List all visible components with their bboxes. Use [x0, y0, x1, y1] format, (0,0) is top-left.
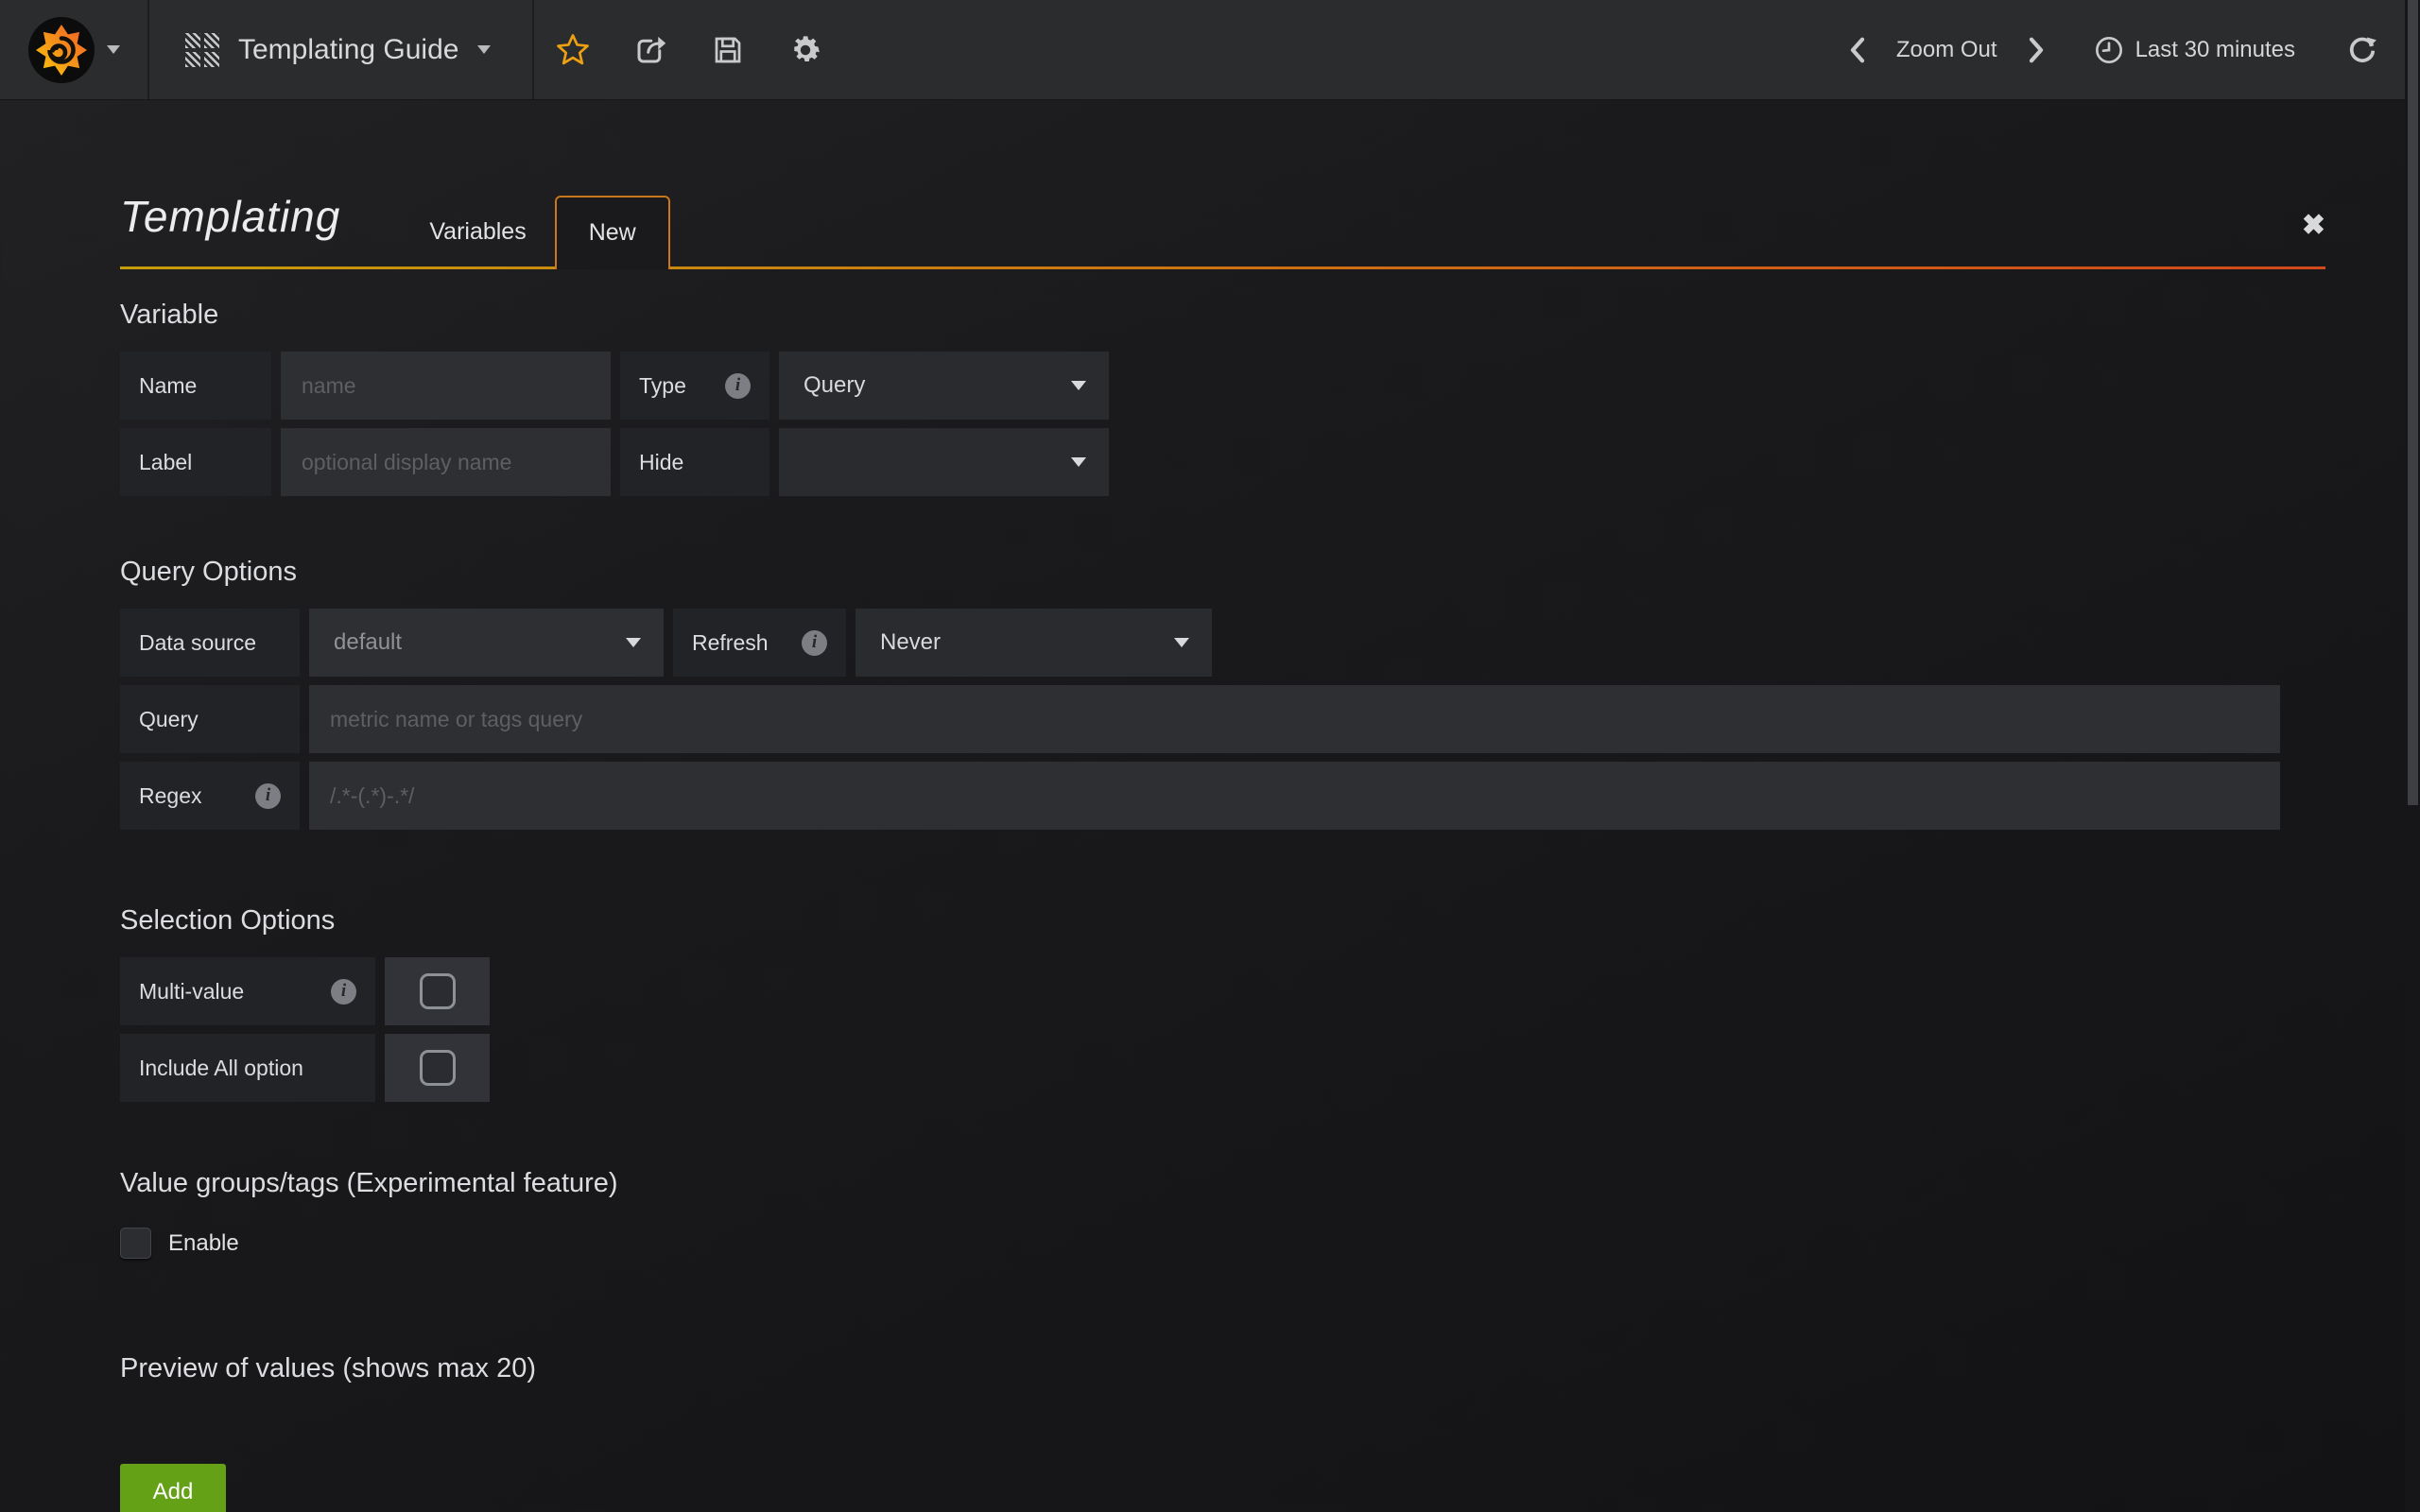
refresh-select-value: Never	[880, 629, 941, 656]
clock-icon	[2094, 35, 2124, 65]
checkbox-outline-icon	[420, 973, 456, 1009]
type-select-value: Query	[804, 372, 865, 399]
query-options-section: Query Options Data source default Refres…	[120, 557, 2325, 830]
grafana-logo-icon	[27, 16, 95, 84]
type-select[interactable]: Query	[779, 352, 1109, 420]
save-icon	[711, 33, 745, 67]
refresh-select-caret-icon	[1174, 638, 1189, 647]
share-icon	[633, 33, 667, 67]
settings-button[interactable]	[767, 0, 844, 100]
settings-gear-icon	[787, 32, 823, 68]
name-input[interactable]	[281, 352, 611, 420]
label-label: Label	[120, 428, 271, 496]
regex-label: Regex i	[120, 762, 300, 830]
include-all-checkbox[interactable]	[385, 1034, 490, 1102]
regex-info-icon[interactable]: i	[255, 783, 281, 809]
include-all-label: Include All option	[120, 1034, 375, 1102]
value-groups-heading: Value groups/tags (Experimental feature)	[120, 1168, 2325, 1199]
page-title: Templating	[120, 191, 340, 242]
type-info-icon[interactable]: i	[725, 373, 751, 399]
navbar-right: Zoom Out Last 30 minutes	[1845, 0, 2420, 99]
regex-label-text: Regex	[139, 783, 201, 809]
refresh-select[interactable]: Never	[856, 609, 1212, 677]
page-header: Templating Variables New ✖	[120, 100, 2325, 269]
multi-value-info-icon[interactable]: i	[331, 979, 356, 1005]
save-button[interactable]	[689, 0, 767, 100]
variable-section: Variable Name Type i Query Label Hide	[120, 300, 2325, 496]
type-label-text: Type	[639, 373, 686, 399]
refresh-info-icon[interactable]: i	[802, 630, 827, 656]
top-navbar: Templating Guide	[0, 0, 2420, 100]
name-label: Name	[120, 352, 271, 420]
enable-label: Enable	[168, 1230, 239, 1257]
selection-options-section: Selection Options Multi-value i Include …	[120, 905, 2325, 1102]
refresh-button[interactable]	[2346, 34, 2378, 66]
hide-select[interactable]	[779, 428, 1109, 496]
hide-label: Hide	[620, 428, 769, 496]
regex-input[interactable]	[309, 762, 2280, 830]
chevron-right-icon[interactable]	[2024, 36, 2048, 64]
time-range-picker[interactable]: Last 30 minutes	[2094, 35, 2295, 65]
scrollbar-thumb[interactable]	[2408, 0, 2418, 805]
multi-value-label-text: Multi-value	[139, 979, 244, 1005]
enable-checkbox[interactable]	[120, 1228, 151, 1259]
dashboard-title: Templating Guide	[238, 34, 458, 66]
preview-section: Preview of values (shows max 20)	[120, 1353, 2325, 1384]
grafana-menu-button[interactable]	[0, 0, 149, 99]
dashboard-dropdown-caret-icon	[477, 45, 491, 54]
logo-dropdown-caret-icon	[107, 45, 120, 54]
data-source-label: Data source	[120, 609, 300, 677]
type-label: Type i	[620, 352, 769, 420]
templating-page: Templating Variables New ✖ Variable Name…	[0, 100, 2420, 1512]
chevron-left-icon[interactable]	[1845, 36, 1870, 64]
dashboard-grid-icon	[185, 33, 219, 67]
value-groups-section: Value groups/tags (Experimental feature)…	[120, 1168, 2325, 1259]
close-icon[interactable]: ✖	[2302, 212, 2325, 240]
label-input[interactable]	[281, 428, 611, 496]
checkbox-outline-icon	[420, 1050, 456, 1086]
type-select-caret-icon	[1071, 381, 1086, 390]
star-button[interactable]	[534, 0, 612, 100]
tab-variables[interactable]: Variables	[401, 197, 554, 266]
refresh-label: Refresh i	[673, 609, 846, 677]
query-input[interactable]	[309, 685, 2280, 753]
star-icon	[555, 32, 591, 68]
tab-new[interactable]: New	[555, 196, 670, 269]
refresh-label-text: Refresh	[692, 630, 769, 656]
zoom-out-button[interactable]: Zoom Out	[1896, 37, 1997, 63]
navbar-actions	[534, 0, 844, 99]
hide-select-caret-icon	[1071, 457, 1086, 467]
multi-value-checkbox[interactable]	[385, 957, 490, 1025]
share-button[interactable]	[612, 0, 689, 100]
query-label: Query	[120, 685, 300, 753]
add-button[interactable]: Add	[120, 1464, 226, 1512]
preview-heading: Preview of values (shows max 20)	[120, 1353, 2325, 1384]
data-source-select-value: default	[334, 629, 402, 656]
dashboard-title-menu[interactable]: Templating Guide	[149, 0, 534, 99]
refresh-icon	[2346, 34, 2378, 66]
query-options-heading: Query Options	[120, 557, 2325, 588]
time-range-label: Last 30 minutes	[2135, 37, 2295, 63]
data-source-select-caret-icon	[626, 638, 641, 647]
selection-options-heading: Selection Options	[120, 905, 2325, 936]
data-source-select[interactable]: default	[309, 609, 664, 677]
scrollbar-track[interactable]	[2405, 0, 2420, 1512]
multi-value-label: Multi-value i	[120, 957, 375, 1025]
variable-heading: Variable	[120, 300, 2325, 331]
